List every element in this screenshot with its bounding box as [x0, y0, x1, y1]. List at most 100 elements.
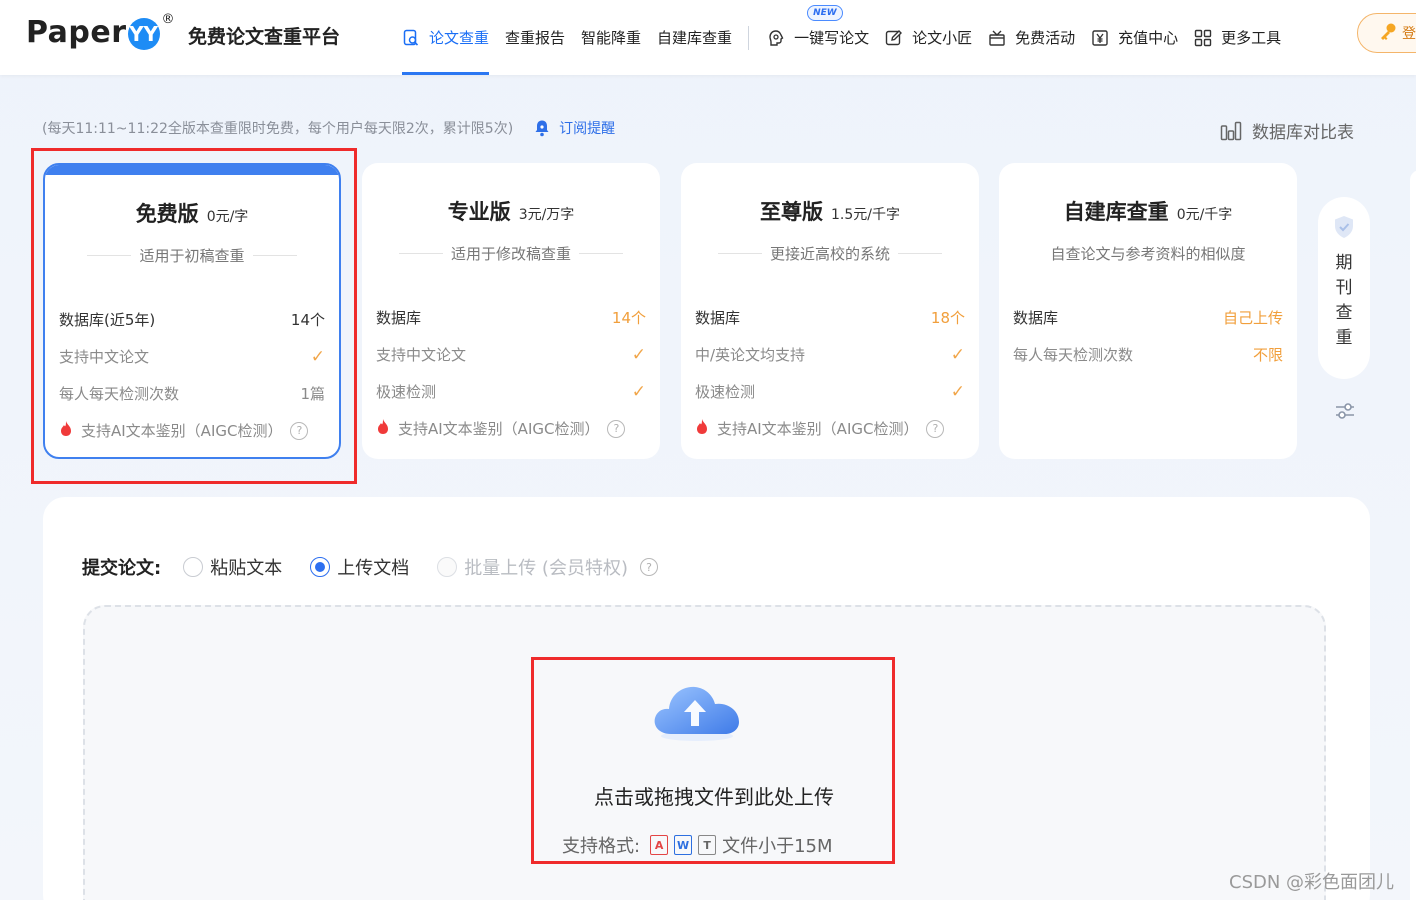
nav-item-custom-db[interactable]: 自建库查重	[657, 0, 732, 75]
feature-label: 支持中文论文	[59, 348, 150, 366]
logo-badge: YY	[127, 18, 160, 50]
selected-indicator	[45, 165, 339, 175]
plan-feature-row: 支持AI文本鉴别（AIGC检测） ?	[376, 410, 646, 447]
radio-batch-upload[interactable]: 批量上传 (会员特权) ?	[437, 554, 658, 580]
aigc-label: 支持AI文本鉴别（AIGC检测）	[398, 420, 600, 438]
db-compare-label: 数据库对比表	[1252, 123, 1354, 143]
journal-check-label: 期刊查重	[1335, 253, 1353, 348]
main-nav: 论文查重 查重报告 智能降重 自建库查重 NEW 一键写论文 论文小匠 免费活动…	[402, 0, 1297, 75]
plan-card-free[interactable]: 免费版 0元/字 适用于初稿查重 数据库(近5年) 14个 支持中文论文 ✓ 每…	[43, 163, 341, 459]
nav-label: 论文小匠	[912, 29, 973, 47]
txt-icon: T	[698, 835, 717, 855]
logo-text: Paper	[26, 14, 127, 50]
nav-label: 自建库查重	[657, 29, 733, 47]
nav-divider	[748, 25, 750, 50]
feature-label: 数据库	[1013, 309, 1059, 327]
plan-desc: 适用于修改稿查重	[362, 243, 660, 264]
logo[interactable]: Paper YY ®	[26, 12, 175, 52]
radio-label: 粘贴文本	[210, 558, 283, 579]
help-icon[interactable]: ?	[607, 419, 626, 438]
plan-feature-row: 支持AI文本鉴别（AIGC检测） ?	[695, 410, 965, 447]
word-icon: W	[674, 835, 693, 855]
db-compare-link[interactable]: 数据库对比表	[1220, 118, 1354, 143]
nav-item-report[interactable]: 查重报告	[505, 0, 565, 75]
plan-price: 1.5元/千字	[831, 207, 900, 223]
right-panel-edge	[1410, 170, 1416, 900]
help-icon[interactable]: ?	[290, 421, 309, 440]
file-size-note: 文件小于15M	[722, 836, 833, 857]
radio-dot	[183, 557, 204, 577]
feature-label: 每人每天检测次数	[1013, 346, 1134, 364]
plan-card-pro[interactable]: 专业版 3元/万字 适用于修改稿查重 数据库 14个 支持中文论文 ✓ 极速检测…	[362, 163, 660, 459]
promo-notice: (每天11:11~11:22全版本查重限时免费，每个用户每天限2次，累计限5次)…	[42, 118, 615, 138]
submit-label: 提交论文:	[82, 558, 162, 579]
login-button[interactable]: 登	[1357, 13, 1416, 53]
plan-desc: 更接近高校的系统	[681, 243, 979, 264]
plan-feature-row: 支持中文论文 ✓	[59, 338, 325, 375]
plan-feature-row: 每人每天检测次数 不限	[1013, 336, 1283, 373]
radio-dot	[437, 557, 458, 577]
supported-formats: 支持格式: A W T 文件小于15M	[562, 832, 833, 858]
plan-card-custom-db[interactable]: 自建库查重 0元/千字 自查论文与参考资料的相似度 数据库 自己上传 每人每天检…	[999, 163, 1297, 459]
plan-feature-row: 数据库 14个	[376, 299, 646, 336]
nav-item-rewrite[interactable]: 智能降重	[581, 0, 641, 75]
radio-dot	[310, 557, 331, 577]
plan-feature-row: 支持中文论文 ✓	[376, 336, 646, 373]
feature-value: 18个	[930, 309, 965, 327]
plan-name: 免费版	[135, 202, 199, 226]
nav-label: 一键写论文	[794, 29, 870, 47]
plan-feature-row: 每人每天检测次数 1篇	[59, 375, 325, 412]
fire-icon	[376, 418, 390, 439]
nav-item-ai-write[interactable]: NEW 一键写论文	[767, 0, 869, 75]
journal-check-tab[interactable]: 期刊查重	[1318, 197, 1370, 379]
plan-desc-text: 适用于修改稿查重	[450, 245, 571, 263]
plan-price: 0元/字	[206, 209, 249, 225]
fire-icon	[695, 418, 709, 439]
search-doc-icon	[402, 29, 420, 47]
submit-mode-row: 提交论文: 粘贴文本 上传文档 批量上传 (会员特权) ?	[82, 553, 686, 581]
nav-item-paper-craft[interactable]: 论文小匠	[885, 0, 972, 75]
feature-label: 数据库(近5年)	[59, 311, 156, 329]
nav-item-paper-check[interactable]: 论文查重	[402, 0, 490, 75]
nav-item-free-events[interactable]: 免费活动	[988, 0, 1075, 75]
subscribe-link[interactable]: 订阅提醒	[533, 118, 615, 138]
sliders-icon[interactable]	[1333, 399, 1357, 427]
check-icon: ✓	[631, 381, 646, 402]
dropzone-text: 点击或拖拽文件到此处上传	[594, 785, 834, 809]
cloud-upload-icon[interactable]	[651, 678, 743, 746]
plan-name: 专业版	[447, 200, 511, 224]
nav-item-recharge[interactable]: 充值中心	[1091, 0, 1178, 75]
plan-feature-row: 数据库(近5年) 14个	[59, 301, 325, 338]
radio-upload-doc[interactable]: 上传文档	[310, 554, 409, 580]
plan-name: 自建库查重	[1063, 200, 1169, 224]
help-icon[interactable]: ?	[926, 419, 945, 438]
feature-label: 数据库	[695, 309, 741, 327]
nav-label: 查重报告	[505, 29, 566, 47]
plan-header: 至尊版 1.5元/千字	[681, 196, 979, 226]
grid-icon	[1194, 29, 1212, 47]
check-icon: ✓	[950, 381, 965, 402]
radio-paste-text[interactable]: 粘贴文本	[183, 554, 282, 580]
subscribe-label: 订阅提醒	[559, 121, 616, 137]
plan-feature-row: 中/英论文均支持 ✓	[695, 336, 965, 373]
pen-icon	[885, 29, 903, 47]
check-icon: ✓	[631, 344, 646, 365]
help-icon[interactable]: ?	[639, 558, 658, 576]
check-icon: ✓	[310, 346, 325, 367]
fire-icon	[59, 420, 73, 441]
feature-label: 每人每天检测次数	[59, 385, 180, 403]
feature-value: 14个	[611, 309, 646, 327]
plan-feature-row: 极速检测 ✓	[376, 373, 646, 410]
aigc-label: 支持AI文本鉴别（AIGC检测）	[81, 422, 283, 440]
watermark: CSDN @彩色面团儿	[1229, 872, 1395, 893]
check-icon: ✓	[950, 344, 965, 365]
platform-name: 免费论文查重平台	[188, 26, 341, 48]
plan-name: 至尊版	[760, 200, 823, 224]
nav-item-more-tools[interactable]: 更多工具	[1194, 0, 1281, 75]
gift-icon	[988, 29, 1006, 47]
promo-text: (每天11:11~11:22全版本查重限时免费，每个用户每天限2次，累计限5次)	[42, 121, 514, 137]
plan-card-supreme[interactable]: 至尊版 1.5元/千字 更接近高校的系统 数据库 18个 中/英论文均支持 ✓ …	[681, 163, 979, 459]
plan-feature-row: 数据库 18个	[695, 299, 965, 336]
plan-desc-text: 更接近高校的系统	[769, 245, 890, 263]
new-badge: NEW	[807, 5, 843, 21]
